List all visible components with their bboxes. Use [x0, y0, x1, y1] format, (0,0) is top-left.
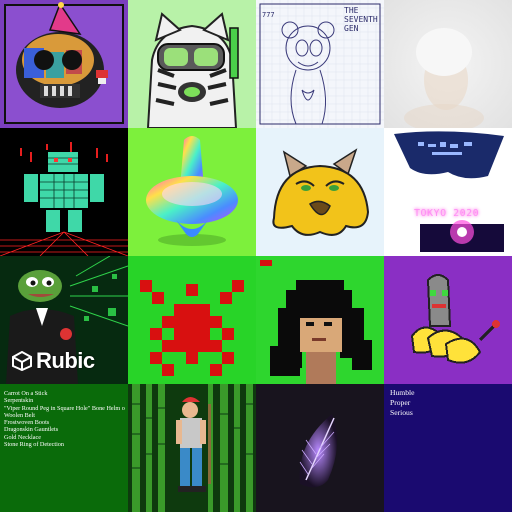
- tokyo-night-image: [384, 128, 512, 256]
- loot-item: Stone Ring of Detection: [4, 441, 64, 449]
- faded-portrait-image: [384, 0, 512, 128]
- loot-item: Serpentskin: [4, 397, 34, 405]
- drawing-title: THE SEVENTH GEN: [344, 6, 380, 33]
- tile-pixel-long-hair[interactable]: [256, 256, 384, 384]
- tile-skull-party-hat[interactable]: [0, 0, 128, 128]
- rubic-brand: Rubic: [36, 348, 95, 373]
- pixel-invader-image: [128, 256, 256, 384]
- loot-item: Gold Necklace: [4, 433, 41, 441]
- word-list: Humble Proper Serious: [390, 388, 414, 418]
- purple-feather-image: [256, 384, 384, 512]
- tile-banana-bot[interactable]: [384, 256, 512, 384]
- word-line: Serious: [390, 408, 413, 417]
- tile-tokyo-night[interactable]: TOKYO 2020: [384, 128, 512, 256]
- loot-item: Dragonskin Gauntlets: [4, 426, 59, 434]
- rainbow-spinning-top-image: [128, 128, 256, 256]
- tile-words[interactable]: Humble Proper Serious: [384, 384, 512, 512]
- loot-item: Carrot On a Stick: [4, 390, 48, 397]
- bamboo-warrior-image: [128, 384, 256, 512]
- tile-pixel-invader[interactable]: [128, 256, 256, 384]
- tile-rainbow-spinning-top[interactable]: [128, 128, 256, 256]
- tile-tiger-snorkel[interactable]: [128, 0, 256, 128]
- tile-purple-feather[interactable]: [256, 384, 384, 512]
- loot-item-list: Carrot On a Stick Serpentskin "Viper Rou…: [4, 390, 128, 448]
- rubic-logo-lockup: Rubic: [12, 348, 95, 374]
- tile-seventh-gen-sketch[interactable]: 777 THE SEVENTH GEN: [256, 0, 384, 128]
- drawing-number: 777: [262, 11, 275, 19]
- loot-item: Frostwoven Boots: [4, 419, 50, 427]
- tile-gold-cat-blob[interactable]: [256, 128, 384, 256]
- loot-item: Woolen Belt: [4, 411, 35, 419]
- gold-cat-blob-image: [256, 128, 384, 256]
- title-line: GEN: [344, 24, 359, 33]
- tile-pepe-rubic[interactable]: Rubic: [0, 256, 128, 384]
- voxel-robot-image: [0, 128, 128, 256]
- banana-bot-image: [384, 256, 512, 384]
- tile-bamboo-warrior[interactable]: [128, 384, 256, 512]
- loot-item: "Viper Round Peg in Square Hole" Bone He…: [4, 404, 125, 412]
- tile-faded-portrait[interactable]: [384, 0, 512, 128]
- word-line: Humble: [390, 388, 415, 397]
- tokyo-caption: TOKYO 2020: [414, 208, 480, 219]
- tiger-snorkel-image: [128, 0, 256, 128]
- word-line: Proper: [390, 398, 411, 407]
- skull-party-hat-image: [0, 0, 128, 128]
- title-line: THE: [344, 6, 359, 15]
- rubic-cube-icon: [12, 351, 32, 371]
- nft-gallery-grid: 777 THE SEVENTH GEN TOKYO 2020 Rubic Car…: [0, 0, 512, 512]
- title-line: SEVENTH: [344, 15, 378, 24]
- tile-voxel-robot[interactable]: [0, 128, 128, 256]
- pixel-long-hair-image: [256, 256, 384, 384]
- tile-loot-bag[interactable]: Carrot On a Stick Serpentskin "Viper Rou…: [0, 384, 128, 512]
